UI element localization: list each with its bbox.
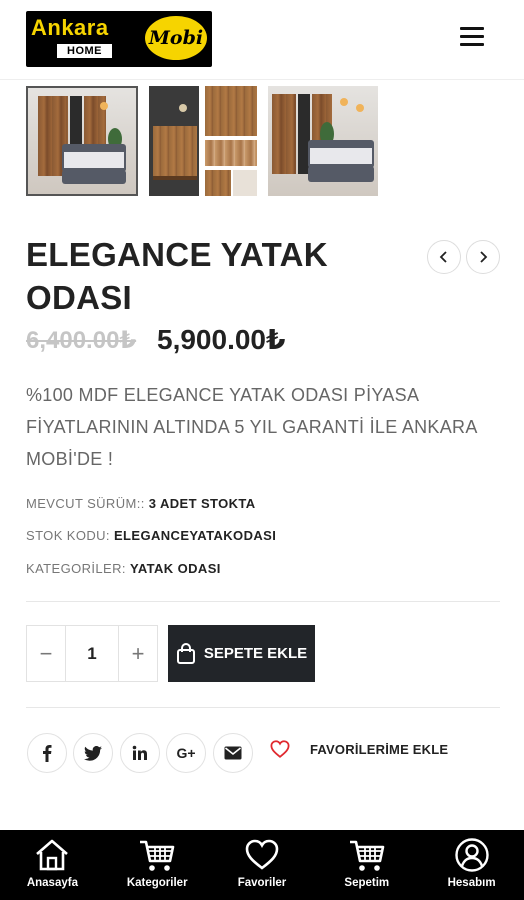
twitter-share-button[interactable] (73, 733, 113, 773)
divider (26, 707, 500, 708)
nav-home[interactable]: Anasayfa (0, 830, 105, 900)
next-product-button[interactable] (466, 240, 500, 274)
thumbnail-bedroom-1[interactable] (26, 86, 138, 196)
logo-mobi-badge: Mobi (145, 16, 207, 60)
nav-cart[interactable]: Sepetim (314, 830, 419, 900)
facebook-icon (43, 745, 52, 762)
chevron-right-icon (480, 251, 488, 263)
twitter-icon (84, 745, 102, 761)
nav-cart-label: Sepetim (344, 877, 390, 889)
product-description: %100 MDF ELEGANCE YATAK ODASI PİYASA FİY… (26, 385, 477, 469)
nav-account[interactable]: Hesabım (419, 830, 524, 900)
previous-product-button[interactable] (427, 240, 461, 274)
thumbnail-detail-grid[interactable] (205, 86, 257, 196)
quantity-decrease-button[interactable]: − (27, 626, 65, 681)
email-share-button[interactable] (213, 733, 253, 773)
heart-icon (245, 839, 279, 870)
sku-info: STOK KODU: ELEGANCEYATAKODASI (26, 528, 276, 543)
google-plus-icon: G+ (176, 745, 196, 761)
sku-value: ELEGANCEYATAKODASI (113, 528, 277, 543)
logo-home-text: HOME (57, 44, 112, 58)
category-info: KATEGORİLER: YATAK ODASI (26, 561, 221, 576)
linkedin-share-button[interactable] (120, 733, 160, 773)
current-price: 5,900.00₺ (157, 324, 286, 355)
sku-label: STOK KODU: (26, 528, 110, 543)
heart-icon (270, 740, 290, 758)
user-icon (454, 838, 489, 872)
thumbnail-bedroom-2[interactable] (149, 86, 199, 196)
divider (26, 601, 500, 602)
old-price: 6,400.00₺ (26, 327, 137, 354)
cart-icon (140, 840, 175, 871)
quantity-stepper: − 1 + (26, 625, 158, 682)
header: Ankara HOME Mobi (0, 0, 524, 80)
nav-categories-label: Kategoriler (126, 877, 188, 889)
thumbnail-bedroom-3[interactable] (268, 86, 378, 196)
nav-favorites[interactable]: Favoriler (210, 830, 315, 900)
linkedin-icon (132, 745, 147, 760)
bottom-navigation: Anasayfa Kategoriler Favoriler Sepetim H… (0, 830, 524, 900)
nav-categories[interactable]: Kategoriler (105, 830, 210, 900)
add-to-favorites-button[interactable]: FAVORİLERİME EKLE (270, 740, 448, 758)
quantity-increase-button[interactable]: + (119, 626, 157, 681)
stock-value: 3 ADET STOKTA (148, 496, 256, 511)
add-to-cart-label: SEPETE EKLE (203, 645, 308, 662)
nav-favorites-label: Favoriler (237, 877, 287, 889)
shopping-bag-icon (176, 642, 195, 664)
facebook-share-button[interactable] (27, 733, 67, 773)
quantity-input[interactable]: 1 (65, 626, 119, 681)
google-plus-share-button[interactable]: G+ (166, 733, 206, 773)
favorites-label: FAVORİLERİME EKLE (310, 741, 449, 757)
cart-icon (349, 840, 385, 871)
logo-wordmark: Ankara HOME (31, 15, 163, 63)
chevron-left-icon (439, 251, 447, 263)
product-title: ELEGANCE YATAK ODASI (26, 236, 328, 316)
site-logo[interactable]: Ankara HOME Mobi (26, 11, 212, 67)
stock-label: MEVCUT SÜRÜM:: (26, 496, 145, 511)
category-label: KATEGORİLER: (26, 561, 126, 576)
nav-home-label: Anasayfa (26, 877, 78, 889)
stock-info: MEVCUT SÜRÜM:: 3 ADET STOKTA (26, 496, 256, 511)
hamburger-menu-icon[interactable] (460, 27, 484, 49)
add-to-cart-button[interactable]: SEPETE EKLE (168, 625, 315, 682)
nav-account-label: Hesabım (447, 877, 496, 889)
home-icon (36, 839, 69, 871)
product-thumbnail-gallery (26, 86, 386, 198)
email-icon (224, 746, 242, 760)
logo-ankara-text: Ankara (31, 15, 109, 40)
category-link[interactable]: YATAK ODASI (130, 561, 221, 576)
